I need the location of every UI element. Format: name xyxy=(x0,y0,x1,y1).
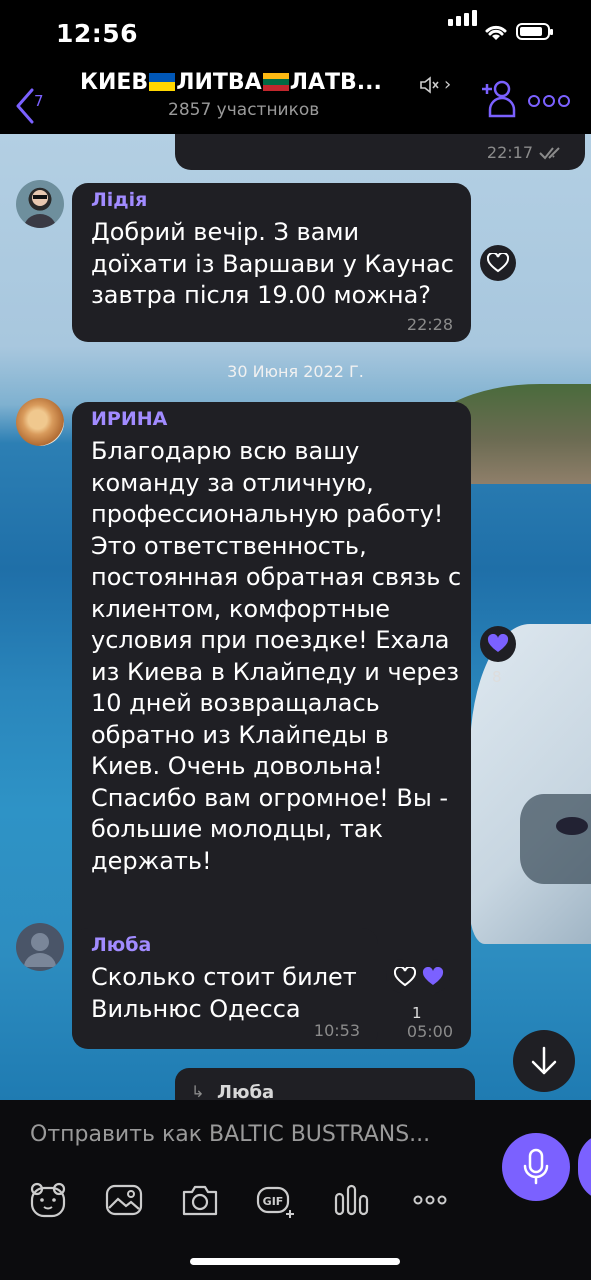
gif-icon[interactable]: GIF xyxy=(256,1180,296,1220)
battery-icon xyxy=(516,23,553,40)
date-separator: 30 Июня 2022 Г. xyxy=(227,362,364,381)
message-time: 22:28 xyxy=(406,315,453,334)
sender-name[interactable]: Лідія xyxy=(91,189,147,211)
message-text: Благодарю всю вашу команду за отличную, … xyxy=(91,437,462,875)
sender-name[interactable]: ИРИНА xyxy=(91,408,167,430)
chat-title[interactable]: КИЕВ ЛИТВА ЛАТВ... xyxy=(80,70,382,95)
heart-outline-icon xyxy=(394,967,416,987)
lithuania-flag-icon xyxy=(262,73,289,91)
more-options-button[interactable] xyxy=(528,92,573,111)
avatar-lidia[interactable] xyxy=(16,180,64,228)
message-time: 22:17 xyxy=(486,143,533,162)
message-text: Сколько стоит билет Вильнюс Одесса xyxy=(91,963,357,1023)
message-text: Добрий вечір. З вами доїхати із Варшави … xyxy=(91,218,454,309)
composer-bar: Отправить как BALTIC BUSTRANS... GIF xyxy=(0,1100,591,1280)
message-time: 10:53 xyxy=(313,1021,360,1040)
chat-header: 7 КИЕВ ЛИТВА ЛАТВ... 2857 участников › xyxy=(0,62,591,134)
read-check-icon xyxy=(539,147,560,160)
svg-text:GIF: GIF xyxy=(263,1195,284,1208)
sticker-bear-icon[interactable] xyxy=(28,1180,68,1220)
microphone-icon xyxy=(523,1148,549,1185)
more-tools-icon[interactable] xyxy=(410,1180,450,1220)
background-boat-hull xyxy=(520,794,591,884)
heart-filled-icon xyxy=(422,967,444,985)
reply-sender: Люба xyxy=(217,1082,275,1100)
reply-preview[interactable]: ↳ Люба xyxy=(175,1068,475,1100)
reply-arrow-icon: ↳ xyxy=(191,1082,205,1100)
title-part-1: КИЕВ xyxy=(80,70,149,95)
heart-filled-icon xyxy=(487,634,509,652)
unread-count: 7 xyxy=(34,92,44,110)
message-input[interactable]: Отправить как BALTIC BUSTRANS... xyxy=(30,1122,430,1147)
ukraine-flag-icon xyxy=(149,73,176,91)
home-indicator[interactable] xyxy=(190,1258,400,1265)
previous-message-bubble[interactable]: 22:17 xyxy=(175,134,585,170)
background-boat xyxy=(470,624,591,944)
message-bubble-lidia[interactable]: Лідія Добрий вечір. З вами доїхати із Ва… xyxy=(72,183,471,342)
like-count: 1 xyxy=(412,1004,422,1022)
title-part-3: ЛАТВ... xyxy=(289,70,382,95)
like-count: 8 xyxy=(492,668,502,686)
message-time: 05:00 xyxy=(406,1022,453,1041)
wifi-icon xyxy=(485,25,507,40)
voice-message-button[interactable] xyxy=(502,1133,570,1201)
members-count: 2857 участников xyxy=(168,100,320,120)
add-participant-button[interactable] xyxy=(480,80,516,118)
back-button[interactable] xyxy=(10,84,50,124)
heart-outline-icon xyxy=(487,253,509,273)
avatar-lyuba[interactable] xyxy=(16,923,64,971)
title-part-2: ЛИТВА xyxy=(176,70,262,95)
message-bubble-lyuba[interactable]: Люба Сколько стоит билет Вильнюс Одесса … xyxy=(72,928,378,1048)
avatar-irina[interactable] xyxy=(16,398,64,446)
background-boat-window xyxy=(556,817,588,835)
gallery-icon[interactable] xyxy=(104,1180,144,1220)
arrow-down-icon xyxy=(531,1046,557,1075)
camera-icon[interactable] xyxy=(180,1180,220,1220)
muted-speaker-icon xyxy=(420,76,439,94)
chat-area[interactable]: 22:17 Лідія Добрий вечір. З вами доїхати… xyxy=(0,134,591,1100)
sender-name[interactable]: Люба xyxy=(91,934,151,956)
poll-icon[interactable] xyxy=(332,1180,372,1220)
like-button[interactable] xyxy=(480,626,516,662)
reactions-pill[interactable] xyxy=(386,959,450,993)
status-bar: 12:56 xyxy=(0,0,591,62)
chevron-right-icon: › xyxy=(444,74,452,95)
scroll-down-button[interactable] xyxy=(513,1030,575,1092)
send-button-edge[interactable] xyxy=(578,1133,591,1201)
status-time: 12:56 xyxy=(56,19,139,48)
like-button[interactable] xyxy=(480,245,516,281)
